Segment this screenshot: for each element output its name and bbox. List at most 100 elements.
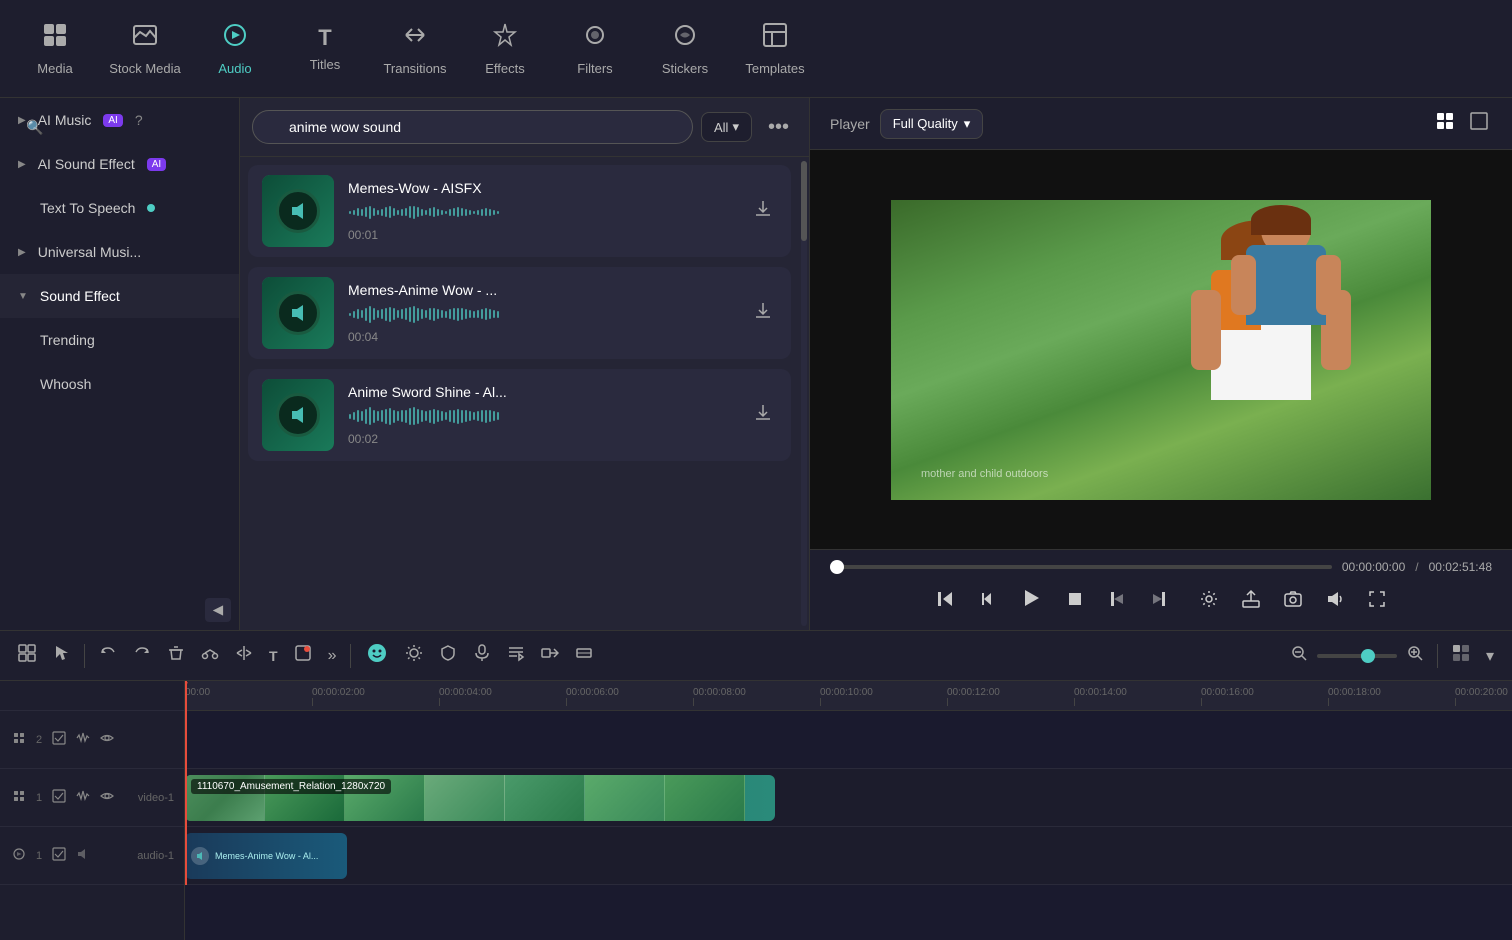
- nav-stickers-label: Stickers: [662, 61, 708, 76]
- filter-dropdown[interactable]: All ▾: [701, 112, 752, 142]
- collapse-btn[interactable]: ◀: [205, 598, 231, 622]
- audio-download-3[interactable]: [749, 398, 777, 432]
- universal-arrow: ▶: [18, 247, 26, 258]
- nav-effects[interactable]: Effects: [460, 9, 550, 89]
- layout-btn[interactable]: [1446, 640, 1476, 671]
- cut-btn[interactable]: [195, 640, 225, 671]
- export-btn[interactable]: [1235, 585, 1267, 618]
- fullscreen-btn[interactable]: [1361, 585, 1393, 618]
- audio-item-2[interactable]: Memes-Anime Wow - ... 00:04: [248, 267, 791, 359]
- track2-audio-btn[interactable]: [74, 729, 92, 750]
- step-back-btn[interactable]: [971, 585, 1003, 618]
- progress-thumb[interactable]: [830, 560, 844, 574]
- add-track-btn[interactable]: [12, 640, 42, 671]
- mark-out-btn[interactable]: [1143, 585, 1175, 618]
- sidebar-collapse[interactable]: ◀: [0, 590, 239, 630]
- track1-add-btn[interactable]: [10, 787, 28, 808]
- grid-view-btn[interactable]: [1432, 108, 1458, 139]
- titles-icon: T: [318, 25, 331, 51]
- face-btn[interactable]: [359, 637, 395, 674]
- layout-more-btn[interactable]: ▾: [1480, 642, 1500, 670]
- zoom-ctrl: [1285, 641, 1429, 670]
- select-btn[interactable]: [46, 640, 76, 671]
- track1-save-btn[interactable]: [50, 787, 68, 808]
- volume-btn[interactable]: [1319, 585, 1351, 618]
- sidebar-item-sound-effect[interactable]: ▼ Sound Effect: [0, 274, 239, 318]
- skip-back-btn[interactable]: [929, 585, 961, 618]
- keyframe-btn[interactable]: [535, 640, 565, 671]
- sidebar-item-whoosh[interactable]: Whoosh: [0, 362, 239, 406]
- auto-music-btn[interactable]: [501, 640, 531, 671]
- sidebar-item-ai-sound-effect[interactable]: ▶ AI Sound Effect AI: [0, 142, 239, 186]
- time-ruler: 00:0000:00:02:0000:00:04:0000:00:06:0000…: [185, 681, 1512, 711]
- clip-duration-btn[interactable]: [569, 640, 599, 671]
- nav-filters-label: Filters: [577, 61, 612, 76]
- zoom-thumb[interactable]: [1361, 649, 1375, 663]
- nav-filters[interactable]: Filters: [550, 9, 640, 89]
- track2-save-btn[interactable]: [50, 729, 68, 750]
- audio-item-3[interactable]: Anime Sword Shine - Al... 00:02: [248, 369, 791, 461]
- audio-panel: 🔍 All ▾ ••• Memes-Wow - AISFX 0: [240, 98, 810, 630]
- box-btn[interactable]: [288, 640, 318, 671]
- undo-btn[interactable]: [93, 640, 123, 671]
- track2-eye-btn[interactable]: [98, 729, 116, 750]
- progress-track[interactable]: [830, 565, 1332, 569]
- track1-eye-btn[interactable]: [98, 787, 116, 808]
- redo-btn[interactable]: [127, 640, 157, 671]
- ruler-tick-2: 00:00:04:00: [439, 687, 492, 706]
- scroll-thumb[interactable]: [801, 161, 807, 241]
- mark-in-btn[interactable]: [1101, 585, 1133, 618]
- zoom-in-btn[interactable]: [1401, 641, 1429, 670]
- nav-stickers[interactable]: Stickers: [640, 9, 730, 89]
- scroll-track[interactable]: [801, 161, 807, 626]
- nav-templates[interactable]: Templates: [730, 9, 820, 89]
- track-row-audio[interactable]: Memes-Anime Wow - Al...: [185, 827, 1512, 885]
- fullscreen-view-btn[interactable]: [1466, 108, 1492, 139]
- mic-btn[interactable]: [467, 640, 497, 671]
- nav-media[interactable]: Media: [10, 9, 100, 89]
- audio-download-2[interactable]: [749, 296, 777, 330]
- zoom-slider[interactable]: [1317, 654, 1397, 658]
- track1-audio-btn[interactable]: [74, 787, 92, 808]
- audio-track-save-btn[interactable]: [50, 845, 68, 866]
- nav-audio[interactable]: Audio: [190, 9, 280, 89]
- delete-btn[interactable]: [161, 640, 191, 671]
- audio-duration-2: 00:04: [348, 330, 735, 344]
- text-btn[interactable]: T: [263, 644, 284, 668]
- audio-info-2: Memes-Anime Wow - ... 00:04: [348, 282, 735, 344]
- photo-label: mother and child outdoors: [921, 468, 1048, 480]
- nav-stock-label: Stock Media: [109, 61, 181, 76]
- nav-transitions[interactable]: Transitions: [370, 9, 460, 89]
- audio-item-1[interactable]: Memes-Wow - AISFX 00:01: [248, 165, 791, 257]
- more-options-btn[interactable]: •••: [760, 112, 797, 143]
- sidebar-item-text-to-speech[interactable]: Text To Speech: [0, 186, 239, 230]
- more-tools-btn[interactable]: »: [322, 643, 343, 669]
- play-btn[interactable]: [1013, 582, 1049, 620]
- audio-track-vol-btn[interactable]: [74, 845, 92, 866]
- ai-music-help[interactable]: ?: [135, 112, 143, 128]
- split-btn[interactable]: [229, 640, 259, 671]
- shield-btn[interactable]: [433, 640, 463, 671]
- track-row-video[interactable]: 1110670_Amusement_Relation_1280x720: [185, 769, 1512, 827]
- settings-btn[interactable]: [1193, 585, 1225, 618]
- sun-btn[interactable]: [399, 640, 429, 671]
- quality-select[interactable]: Full Quality ▾: [880, 109, 984, 139]
- media-icon: [42, 22, 68, 55]
- track2-add-btn[interactable]: [10, 729, 28, 750]
- player-header: Player Full Quality ▾: [810, 98, 1512, 150]
- fullscreen-icon: [1470, 112, 1488, 130]
- search-input[interactable]: [252, 110, 693, 144]
- sidebar-item-trending[interactable]: Trending: [0, 318, 239, 362]
- nav-titles[interactable]: T Titles: [280, 9, 370, 89]
- audio-download-1[interactable]: [749, 194, 777, 228]
- audio-track-add-btn[interactable]: [10, 845, 28, 866]
- zoom-out-btn[interactable]: [1285, 641, 1313, 670]
- nav-stock-media[interactable]: Stock Media: [100, 9, 190, 89]
- audio-clip[interactable]: Memes-Anime Wow - Al...: [185, 833, 347, 879]
- snapshot-btn[interactable]: [1277, 585, 1309, 618]
- sidebar-item-universal-music[interactable]: ▶ Universal Musi...: [0, 230, 239, 274]
- video-clip[interactable]: 1110670_Amusement_Relation_1280x720: [185, 775, 775, 821]
- stop-btn[interactable]: [1059, 585, 1091, 618]
- nav-audio-label: Audio: [218, 61, 251, 76]
- timeline-right[interactable]: 00:0000:00:02:0000:00:04:0000:00:06:0000…: [185, 681, 1512, 940]
